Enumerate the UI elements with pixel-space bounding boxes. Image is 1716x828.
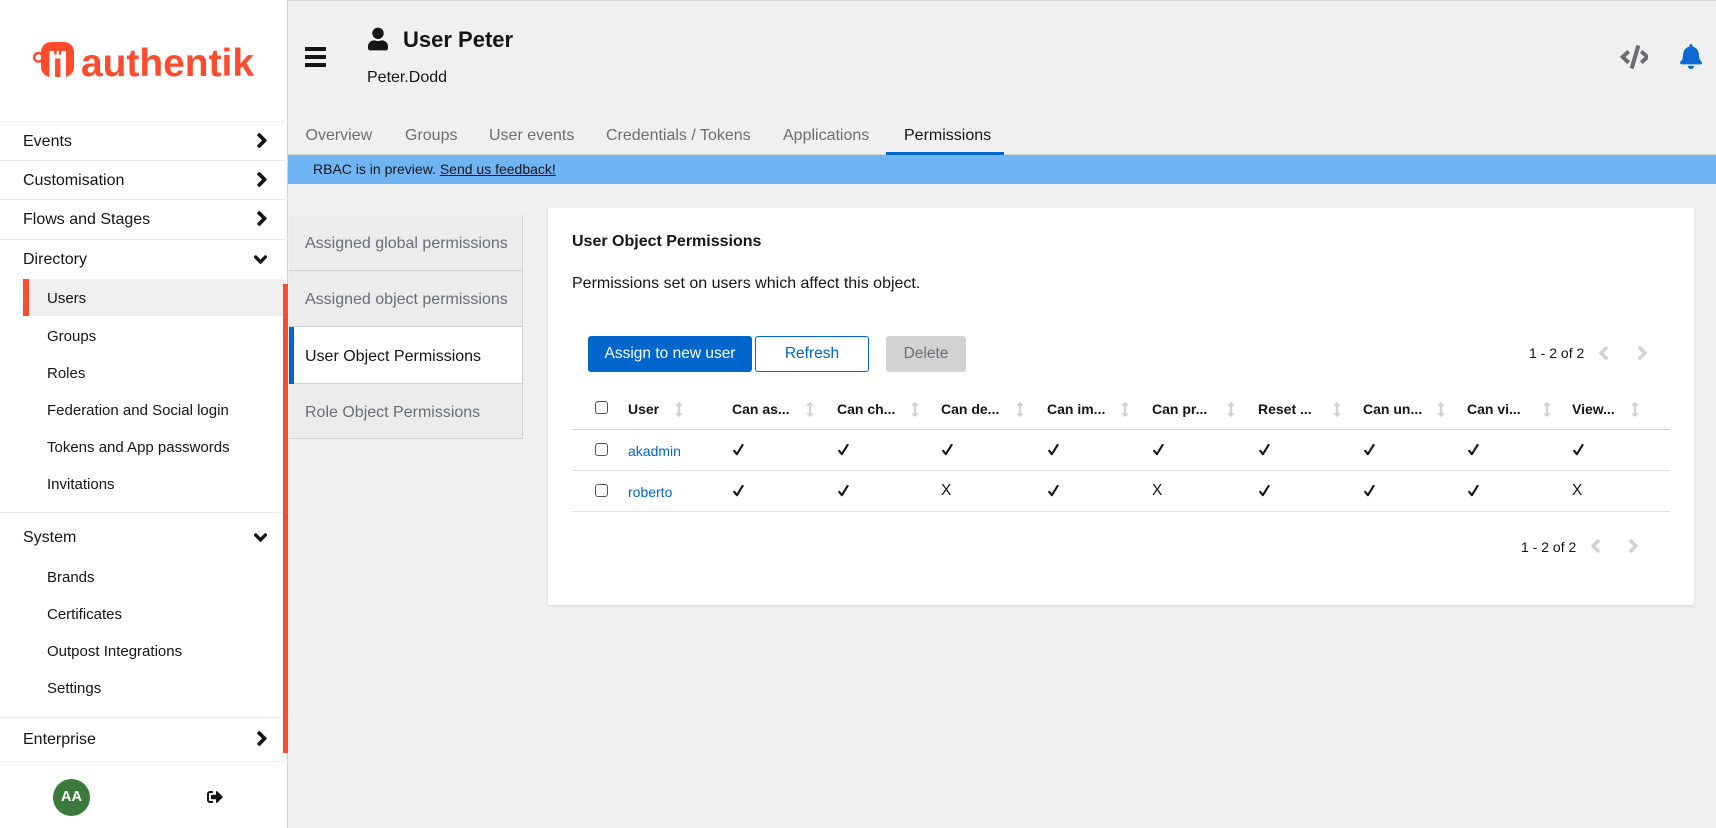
svg-text:authentik: authentik	[81, 42, 254, 80]
